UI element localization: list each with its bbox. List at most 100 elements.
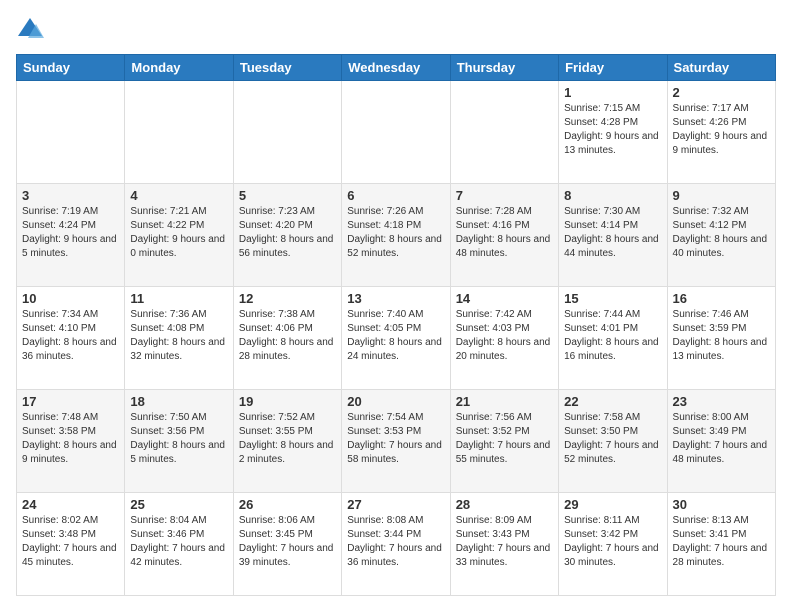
day-number: 7 xyxy=(456,188,553,203)
logo xyxy=(16,16,48,44)
calendar-cell: 28 Sunrise: 8:09 AM Sunset: 3:43 PM Dayli… xyxy=(450,493,558,596)
calendar-table: SundayMondayTuesdayWednesdayThursdayFrid… xyxy=(16,54,776,596)
day-number: 21 xyxy=(456,394,553,409)
calendar-cell xyxy=(125,81,233,184)
calendar-cell: 2 Sunrise: 7:17 AM Sunset: 4:26 PM Daylig… xyxy=(667,81,775,184)
day-number: 13 xyxy=(347,291,444,306)
day-number: 22 xyxy=(564,394,661,409)
day-number: 18 xyxy=(130,394,227,409)
calendar-header-row: SundayMondayTuesdayWednesdayThursdayFrid… xyxy=(17,55,776,81)
calendar-cell xyxy=(450,81,558,184)
day-info: Sunrise: 8:11 AM Sunset: 3:42 PM Dayligh… xyxy=(564,514,661,570)
calendar-week-0: 1Sunrise: 7:15 AM Sunset: 4:28 PM Daylig… xyxy=(17,81,776,184)
day-info: Sunrise: 7:26 AM Sunset: 4:18 PM Dayligh… xyxy=(347,205,444,261)
day-info: Sunrise: 8:00 AM Sunset: 3:49 PM Dayligh… xyxy=(673,411,770,467)
day-info: Sunrise: 8:06 AM Sunset: 3:45 PM Dayligh… xyxy=(239,514,336,570)
calendar-cell: 29 Sunrise: 8:11 AM Sunset: 3:42 PM Dayli… xyxy=(559,493,667,596)
day-number: 24 xyxy=(22,497,119,512)
calendar-cell: 25 Sunrise: 8:04 AM Sunset: 3:46 PM Dayli… xyxy=(125,493,233,596)
calendar-cell: 27Sunrise: 8:08 AM Sunset: 3:44 PM Dayli… xyxy=(342,493,450,596)
day-info: Sunrise: 7:58 AM Sunset: 3:50 PM Dayligh… xyxy=(564,411,661,467)
calendar-cell: 23 Sunrise: 8:00 AM Sunset: 3:49 PM Dayli… xyxy=(667,390,775,493)
calendar-cell: 1Sunrise: 7:15 AM Sunset: 4:28 PM Daylig… xyxy=(559,81,667,184)
day-number: 25 xyxy=(130,497,227,512)
calendar-cell: 12 Sunrise: 7:38 AM Sunset: 4:06 PM Dayli… xyxy=(233,287,341,390)
calendar-cell xyxy=(17,81,125,184)
calendar-cell: 3 Sunrise: 7:19 AM Sunset: 4:24 PM Daylig… xyxy=(17,184,125,287)
weekday-header-tuesday: Tuesday xyxy=(233,55,341,81)
day-number: 3 xyxy=(22,188,119,203)
day-info: Sunrise: 7:17 AM Sunset: 4:26 PM Dayligh… xyxy=(673,102,770,158)
day-info: Sunrise: 8:13 AM Sunset: 3:41 PM Dayligh… xyxy=(673,514,770,570)
day-info: Sunrise: 7:50 AM Sunset: 3:56 PM Dayligh… xyxy=(130,411,227,467)
calendar-cell: 6 Sunrise: 7:26 AM Sunset: 4:18 PM Daylig… xyxy=(342,184,450,287)
day-info: Sunrise: 7:56 AM Sunset: 3:52 PM Dayligh… xyxy=(456,411,553,467)
day-number: 9 xyxy=(673,188,770,203)
calendar-cell: 22 Sunrise: 7:58 AM Sunset: 3:50 PM Dayli… xyxy=(559,390,667,493)
calendar-cell: 14 Sunrise: 7:42 AM Sunset: 4:03 PM Dayli… xyxy=(450,287,558,390)
day-number: 4 xyxy=(130,188,227,203)
weekday-header-thursday: Thursday xyxy=(450,55,558,81)
day-info: Sunrise: 7:54 AM Sunset: 3:53 PM Dayligh… xyxy=(347,411,444,467)
day-number: 11 xyxy=(130,291,227,306)
calendar-week-3: 17 Sunrise: 7:48 AM Sunset: 3:58 PM Dayli… xyxy=(17,390,776,493)
calendar-cell: 19 Sunrise: 7:52 AM Sunset: 3:55 PM Dayli… xyxy=(233,390,341,493)
day-info: Sunrise: 8:02 AM Sunset: 3:48 PM Dayligh… xyxy=(22,514,119,570)
day-number: 14 xyxy=(456,291,553,306)
day-number: 20 xyxy=(347,394,444,409)
calendar-cell: 10 Sunrise: 7:34 AM Sunset: 4:10 PM Dayli… xyxy=(17,287,125,390)
day-number: 19 xyxy=(239,394,336,409)
calendar-week-4: 24 Sunrise: 8:02 AM Sunset: 3:48 PM Dayli… xyxy=(17,493,776,596)
calendar-cell: 21 Sunrise: 7:56 AM Sunset: 3:52 PM Dayli… xyxy=(450,390,558,493)
calendar-cell xyxy=(233,81,341,184)
day-info: Sunrise: 7:19 AM Sunset: 4:24 PM Dayligh… xyxy=(22,205,119,261)
day-number: 16 xyxy=(673,291,770,306)
day-number: 2 xyxy=(673,85,770,100)
day-info: Sunrise: 7:23 AM Sunset: 4:20 PM Dayligh… xyxy=(239,205,336,261)
day-number: 28 xyxy=(456,497,553,512)
weekday-header-wednesday: Wednesday xyxy=(342,55,450,81)
calendar-cell xyxy=(342,81,450,184)
day-number: 30 xyxy=(673,497,770,512)
day-info: Sunrise: 7:32 AM Sunset: 4:12 PM Dayligh… xyxy=(673,205,770,261)
day-number: 12 xyxy=(239,291,336,306)
logo-icon xyxy=(16,16,44,44)
calendar-cell: 20 Sunrise: 7:54 AM Sunset: 3:53 PM Dayli… xyxy=(342,390,450,493)
day-number: 10 xyxy=(22,291,119,306)
day-info: Sunrise: 7:42 AM Sunset: 4:03 PM Dayligh… xyxy=(456,308,553,364)
day-info: Sunrise: 7:46 AM Sunset: 3:59 PM Dayligh… xyxy=(673,308,770,364)
day-number: 6 xyxy=(347,188,444,203)
day-info: Sunrise: 7:21 AM Sunset: 4:22 PM Dayligh… xyxy=(130,205,227,261)
day-info: Sunrise: 7:38 AM Sunset: 4:06 PM Dayligh… xyxy=(239,308,336,364)
weekday-header-saturday: Saturday xyxy=(667,55,775,81)
day-info: Sunrise: 7:28 AM Sunset: 4:16 PM Dayligh… xyxy=(456,205,553,261)
calendar-week-2: 10 Sunrise: 7:34 AM Sunset: 4:10 PM Dayli… xyxy=(17,287,776,390)
day-number: 29 xyxy=(564,497,661,512)
weekday-header-monday: Monday xyxy=(125,55,233,81)
day-number: 23 xyxy=(673,394,770,409)
day-info: Sunrise: 8:08 AM Sunset: 3:44 PM Dayligh… xyxy=(347,514,444,570)
day-info: Sunrise: 8:09 AM Sunset: 3:43 PM Dayligh… xyxy=(456,514,553,570)
day-info: Sunrise: 7:44 AM Sunset: 4:01 PM Dayligh… xyxy=(564,308,661,364)
calendar-cell: 7 Sunrise: 7:28 AM Sunset: 4:16 PM Daylig… xyxy=(450,184,558,287)
calendar-cell: 18 Sunrise: 7:50 AM Sunset: 3:56 PM Dayli… xyxy=(125,390,233,493)
calendar-cell: 11 Sunrise: 7:36 AM Sunset: 4:08 PM Dayli… xyxy=(125,287,233,390)
day-info: Sunrise: 7:52 AM Sunset: 3:55 PM Dayligh… xyxy=(239,411,336,467)
day-number: 17 xyxy=(22,394,119,409)
calendar-cell: 16 Sunrise: 7:46 AM Sunset: 3:59 PM Dayli… xyxy=(667,287,775,390)
calendar-cell: 4 Sunrise: 7:21 AM Sunset: 4:22 PM Daylig… xyxy=(125,184,233,287)
day-info: Sunrise: 7:36 AM Sunset: 4:08 PM Dayligh… xyxy=(130,308,227,364)
calendar-cell: 9 Sunrise: 7:32 AM Sunset: 4:12 PM Daylig… xyxy=(667,184,775,287)
day-number: 8 xyxy=(564,188,661,203)
day-info: Sunrise: 7:48 AM Sunset: 3:58 PM Dayligh… xyxy=(22,411,119,467)
day-info: Sunrise: 7:15 AM Sunset: 4:28 PM Dayligh… xyxy=(564,102,661,158)
page: SundayMondayTuesdayWednesdayThursdayFrid… xyxy=(0,0,792,612)
day-info: Sunrise: 8:04 AM Sunset: 3:46 PM Dayligh… xyxy=(130,514,227,570)
calendar-cell: 24 Sunrise: 8:02 AM Sunset: 3:48 PM Dayli… xyxy=(17,493,125,596)
day-info: Sunrise: 7:34 AM Sunset: 4:10 PM Dayligh… xyxy=(22,308,119,364)
weekday-header-friday: Friday xyxy=(559,55,667,81)
weekday-header-sunday: Sunday xyxy=(17,55,125,81)
day-number: 5 xyxy=(239,188,336,203)
calendar-cell: 26Sunrise: 8:06 AM Sunset: 3:45 PM Dayli… xyxy=(233,493,341,596)
calendar-week-1: 3 Sunrise: 7:19 AM Sunset: 4:24 PM Daylig… xyxy=(17,184,776,287)
